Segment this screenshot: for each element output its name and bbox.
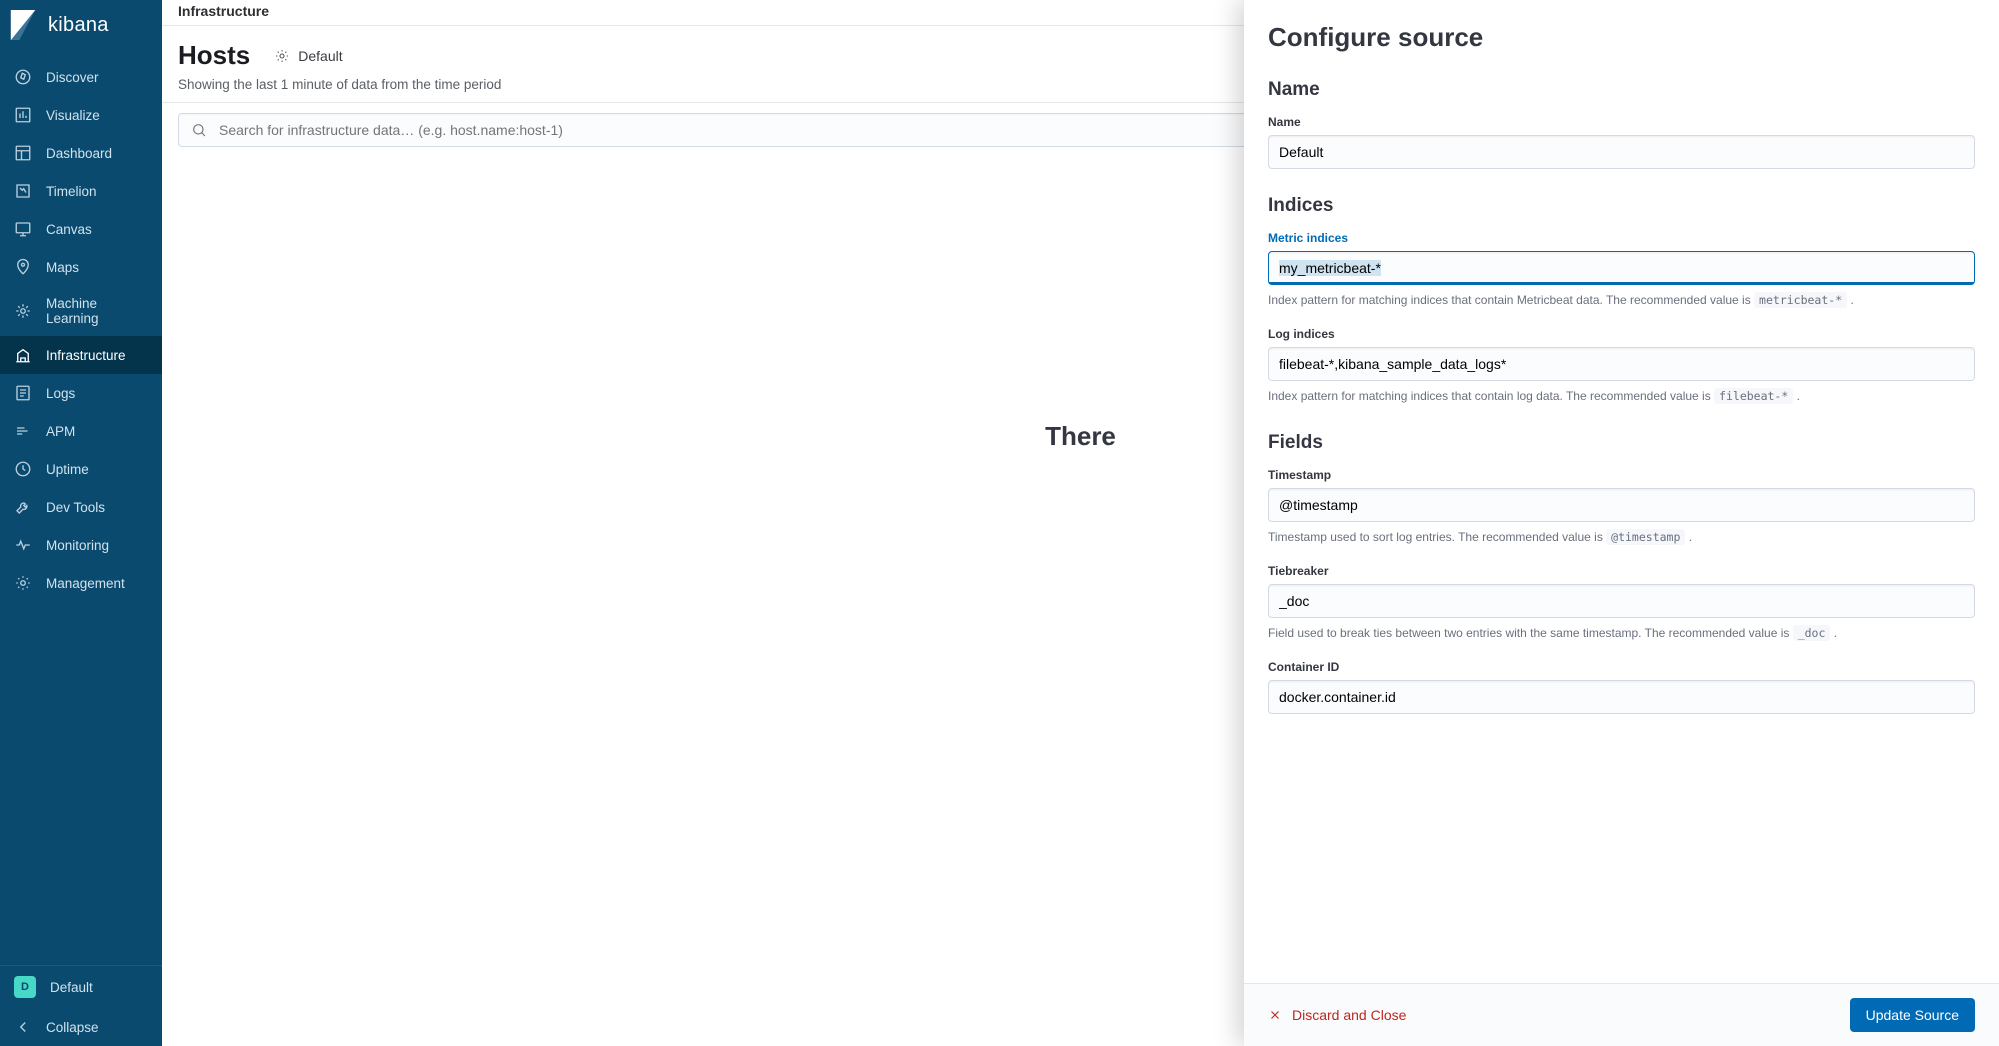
section-heading: Name [1268,79,1975,101]
section-heading: Indices [1268,195,1975,217]
section-fields: Fields Timestamp Timestamp used to sort … [1268,432,1975,715]
sidebar-item-infrastructure[interactable]: Infrastructure [0,336,162,374]
log-indices-label: Log indices [1268,327,1975,341]
gear-icon [274,48,290,64]
sidebar-item-label: Monitoring [46,538,109,553]
source-config-button[interactable]: Default [274,48,342,64]
canvas-icon [14,220,32,238]
sidebar-item-management[interactable]: Management [0,564,162,602]
section-indices: Indices Metric indices Index pattern for… [1268,195,1975,406]
name-input[interactable] [1268,135,1975,169]
sidebar-item-logs[interactable]: Logs [0,374,162,412]
heartbeat-icon [14,536,32,554]
sidebar-footer: D Default Collapse [0,965,162,1046]
sidebar-item-monitoring[interactable]: Monitoring [0,526,162,564]
flyout-footer: Discard and Close Update Source [1244,983,1999,1046]
flyout-title: Configure source [1268,22,1975,53]
brand[interactable]: kibana [0,0,162,50]
dashboard-icon [14,144,32,162]
log-indices-help: Index pattern for matching indices that … [1268,387,1975,405]
page-title: Hosts [178,40,250,71]
sidebar-item-timelion[interactable]: Timelion [0,172,162,210]
user-name: Default [50,980,93,995]
section-name: Name Name [1268,79,1975,169]
sidebar-item-label: Timelion [46,184,97,199]
compass-icon [14,68,32,86]
metric-indices-label: Metric indices [1268,231,1975,245]
sidebar-item-label: Management [46,576,125,591]
sidebar-item-label: Dev Tools [46,500,105,515]
search-icon [191,122,207,138]
sidebar-item-label: Uptime [46,462,89,477]
configure-source-flyout: Configure source Name Name Indices Metri… [1244,0,1999,1046]
sidebar-item-maps[interactable]: Maps [0,248,162,286]
tiebreaker-label: Tiebreaker [1268,564,1975,578]
logs-icon [14,384,32,402]
sidebar-item-dashboard[interactable]: Dashboard [0,134,162,172]
metric-indices-help: Index pattern for matching indices that … [1268,291,1975,309]
update-source-button[interactable]: Update Source [1850,998,1975,1032]
nav: Discover Visualize Dashboard Timelion Ca… [0,50,162,965]
sidebar-item-devtools[interactable]: Dev Tools [0,488,162,526]
sidebar-item-label: Discover [46,70,99,85]
infrastructure-icon [14,346,32,364]
sidebar-item-apm[interactable]: APM [0,412,162,450]
sidebar-item-label: Logs [46,386,75,401]
ml-icon [14,302,32,320]
sidebar: kibana Discover Visualize Dashboard Time… [0,0,162,1046]
gear-icon [14,574,32,592]
sidebar-item-canvas[interactable]: Canvas [0,210,162,248]
tiebreaker-help: Field used to break ties between two ent… [1268,624,1975,642]
discard-label: Discard and Close [1292,1007,1406,1023]
sidebar-item-label: Maps [46,260,79,275]
user-menu[interactable]: D Default [0,966,162,1008]
sidebar-item-label: APM [46,424,75,439]
sidebar-item-uptime[interactable]: Uptime [0,450,162,488]
avatar: D [14,976,36,998]
apm-icon [14,422,32,440]
arrow-left-icon [14,1018,32,1036]
timestamp-input[interactable] [1268,488,1975,522]
update-label: Update Source [1866,1007,1959,1023]
wrench-icon [14,498,32,516]
sidebar-item-discover[interactable]: Discover [0,58,162,96]
brand-name: kibana [48,14,109,37]
collapse-button[interactable]: Collapse [0,1008,162,1046]
name-label: Name [1268,115,1975,129]
discard-button[interactable]: Discard and Close [1268,1007,1406,1023]
sidebar-item-label: Visualize [46,108,100,123]
container-id-input[interactable] [1268,680,1975,714]
uptime-icon [14,460,32,478]
close-icon [1268,1008,1282,1022]
timestamp-help: Timestamp used to sort log entries. The … [1268,528,1975,546]
collapse-label: Collapse [46,1020,99,1035]
sidebar-item-label: Infrastructure [46,348,126,363]
sidebar-item-label: Canvas [46,222,92,237]
section-heading: Fields [1268,432,1975,454]
sidebar-item-label: Machine Learning [46,296,148,326]
tiebreaker-input[interactable] [1268,584,1975,618]
sidebar-item-ml[interactable]: Machine Learning [0,286,162,336]
maps-icon [14,258,32,276]
kibana-logo-icon [10,10,38,40]
log-indices-input[interactable] [1268,347,1975,381]
timestamp-label: Timestamp [1268,468,1975,482]
timelion-icon [14,182,32,200]
source-button-label: Default [298,48,342,64]
chart-icon [14,106,32,124]
container-id-label: Container ID [1268,660,1975,674]
sidebar-item-visualize[interactable]: Visualize [0,96,162,134]
sidebar-item-label: Dashboard [46,146,112,161]
metric-indices-input[interactable] [1268,251,1975,285]
